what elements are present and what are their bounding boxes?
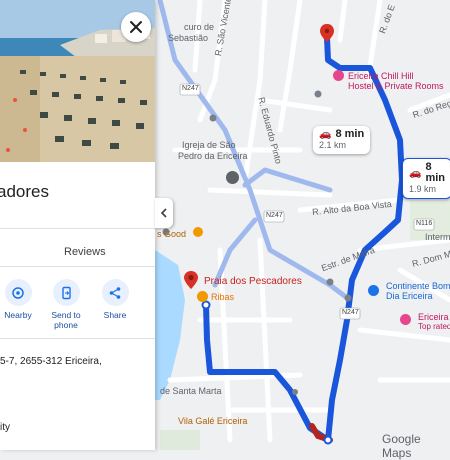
restaurant-icon[interactable] <box>197 291 208 302</box>
hotel-label: Vila Galé Ericeira <box>178 416 248 426</box>
hostel-icon[interactable] <box>333 70 344 81</box>
nearby-label: Nearby <box>4 310 32 320</box>
accessibility-text[interactable]: ity <box>0 422 10 433</box>
street-label: curo de <box>184 22 215 32</box>
poi-label[interactable]: Continente Bom <box>386 281 450 291</box>
poi-label[interactable]: Top rated <box>418 322 450 331</box>
chevron-left-icon <box>160 208 167 218</box>
share-label: Share <box>103 310 127 320</box>
church-label: Pedro da Ericeira <box>178 151 248 161</box>
poi-label[interactable]: Ericeira <box>418 312 449 322</box>
close-icon <box>130 21 142 33</box>
address-text[interactable]: 5-7, 2655-312 Ericeira, <box>0 356 102 367</box>
route-distance: 1.9 km <box>409 184 437 194</box>
nearby-button[interactable]: Nearby <box>0 279 38 320</box>
hotel-icon[interactable] <box>400 314 411 325</box>
church-label: Igreja de São <box>182 140 236 150</box>
route-option-alt[interactable]: 🚗 8 min 2.1 km <box>313 126 371 154</box>
nearby-icon <box>12 286 24 299</box>
shopping-icon[interactable] <box>368 285 379 296</box>
car-icon: 🚗 <box>319 129 332 140</box>
tab-reviews[interactable]: Reviews <box>64 246 106 258</box>
divider <box>0 266 155 267</box>
google-maps-logo: Google Maps <box>382 432 421 460</box>
collapse-panel-button[interactable] <box>155 198 173 228</box>
poi-label[interactable]: Dia Ericeira <box>386 291 433 301</box>
place-label: Interm <box>425 232 450 242</box>
poi-label[interactable]: Ericeira Chill Hill <box>348 71 414 81</box>
selected-place-pin-icon[interactable] <box>183 270 199 290</box>
road-shield: N247 <box>182 85 199 92</box>
poi-label[interactable]: Ribas <box>211 292 234 302</box>
divider <box>0 338 155 339</box>
route-distance: 2.1 km <box>319 140 347 150</box>
route-option-selected[interactable]: 🚗 8 min 1.9 km <box>402 158 450 199</box>
share-icon <box>109 286 121 299</box>
close-button[interactable] <box>121 12 151 42</box>
road-shield: N247 <box>342 309 359 316</box>
route-time: 8 min <box>425 161 446 184</box>
road-shield: N116 <box>416 220 433 227</box>
route-time: 8 min <box>335 128 365 140</box>
street-label: Sebastião <box>168 33 209 43</box>
poi-label[interactable]: Praia dos Pescadores <box>204 276 302 287</box>
send-to-phone-label: Send to phone <box>51 310 81 330</box>
send-to-phone-button[interactable]: Send to phone <box>46 279 86 330</box>
send-to-phone-icon <box>62 286 71 299</box>
divider <box>0 228 155 229</box>
car-icon: 🚗 <box>409 167 422 179</box>
share-button[interactable]: Share <box>95 279 135 320</box>
road-shield: N247 <box>266 212 283 219</box>
church-icon[interactable] <box>226 171 239 184</box>
place-title: adores <box>0 182 49 201</box>
street-label: de Santa Marta <box>160 386 222 396</box>
restaurant-icon[interactable] <box>193 227 203 237</box>
place-label: s Good <box>157 229 187 239</box>
place-panel: adores Reviews Nearby Send to phone Shar… <box>0 0 155 450</box>
poi-label[interactable]: Hostel & Private Rooms <box>348 81 444 91</box>
